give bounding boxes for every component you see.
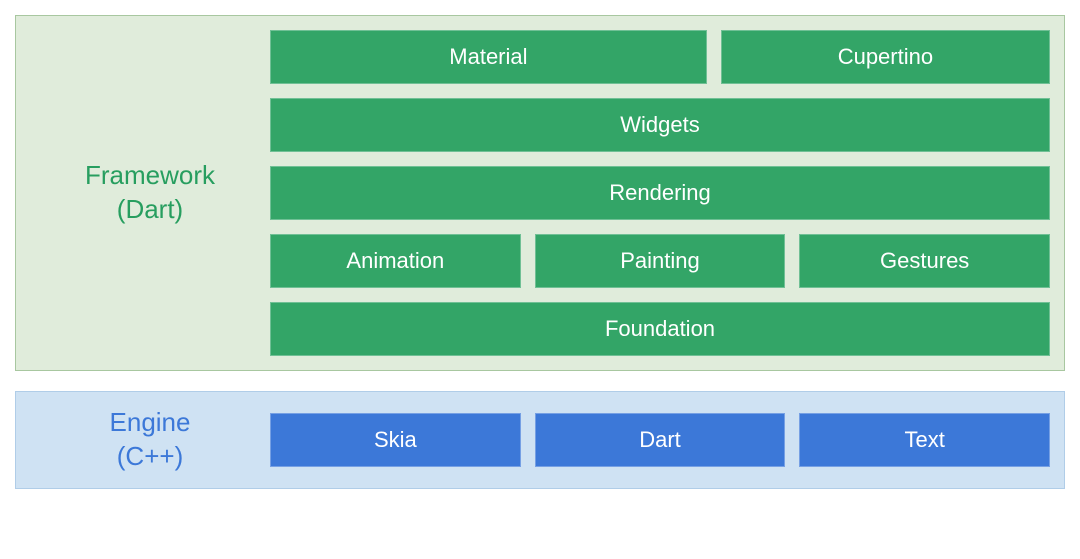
gestures-block: Gestures — [799, 234, 1050, 288]
engine-label: Engine (C++) — [30, 406, 270, 474]
framework-label-line2: (Dart) — [117, 194, 183, 224]
engine-label-line1: Engine — [110, 407, 191, 437]
engine-label-line2: (C++) — [117, 441, 183, 471]
framework-row-top: Material Cupertino — [270, 30, 1050, 84]
framework-row-foundation: Foundation — [270, 302, 1050, 356]
widgets-block: Widgets — [270, 98, 1050, 152]
framework-section: Framework (Dart) Material Cupertino Widg… — [15, 15, 1065, 371]
text-block: Text — [799, 413, 1050, 467]
framework-row-widgets: Widgets — [270, 98, 1050, 152]
framework-label: Framework (Dart) — [30, 159, 270, 227]
engine-row: Skia Dart Text — [270, 413, 1050, 467]
engine-rows: Skia Dart Text — [270, 413, 1050, 467]
animation-block: Animation — [270, 234, 521, 288]
framework-rows: Material Cupertino Widgets Rendering Ani… — [270, 30, 1050, 356]
painting-block: Painting — [535, 234, 786, 288]
foundation-block: Foundation — [270, 302, 1050, 356]
material-block: Material — [270, 30, 707, 84]
engine-section: Engine (C++) Skia Dart Text — [15, 391, 1065, 489]
cupertino-block: Cupertino — [721, 30, 1050, 84]
skia-block: Skia — [270, 413, 521, 467]
framework-row-rendering: Rendering — [270, 166, 1050, 220]
framework-row-mid: Animation Painting Gestures — [270, 234, 1050, 288]
framework-label-line1: Framework — [85, 160, 215, 190]
dart-block: Dart — [535, 413, 786, 467]
rendering-block: Rendering — [270, 166, 1050, 220]
